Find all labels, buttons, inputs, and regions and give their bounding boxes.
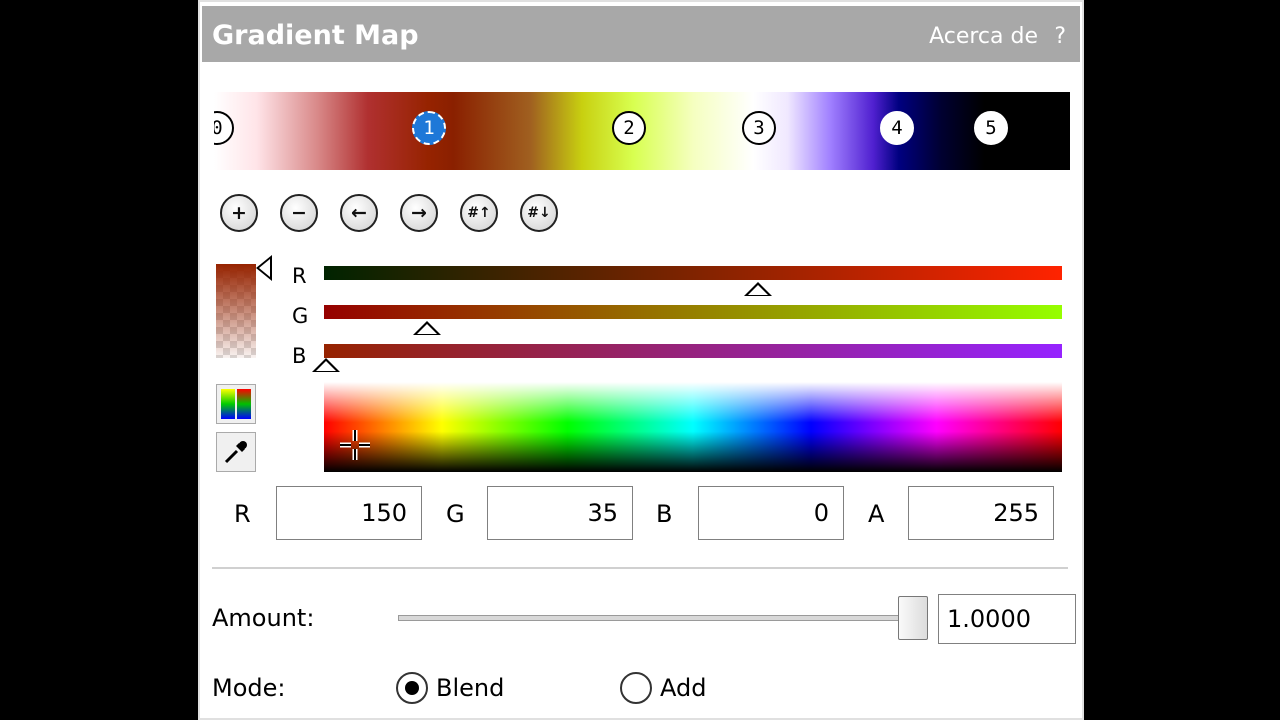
amount-label: Amount: — [212, 604, 315, 632]
remove-stop-icon[interactable]: − — [280, 194, 318, 232]
b-value-input[interactable] — [698, 486, 844, 540]
g-channel-label: G — [292, 304, 309, 328]
g-value-input[interactable] — [487, 486, 633, 540]
r-channel-label: R — [292, 264, 307, 288]
g-channel-track[interactable] — [324, 305, 1062, 335]
add-stop-icon[interactable]: + — [220, 194, 258, 232]
b-field-label: B — [656, 500, 673, 528]
alpha-marker-icon[interactable] — [256, 255, 272, 281]
distribute-down-icon[interactable]: #↓ — [520, 194, 558, 232]
help-button[interactable]: ? — [1054, 24, 1066, 49]
amount-slider-thumb[interactable] — [898, 596, 928, 640]
palette-swatch-b — [237, 389, 251, 419]
gradient-stop-1[interactable]: 1 — [412, 111, 446, 145]
move-right-icon[interactable]: → — [400, 194, 438, 232]
gradient-stop-0[interactable]: 0 — [214, 111, 234, 145]
g-field-label: G — [446, 500, 465, 528]
eyedropper-icon[interactable] — [216, 432, 256, 472]
r-channel-track[interactable] — [324, 266, 1062, 296]
gradient-map-panel: Gradient Map Acerca de ? 0 1 2 3 4 5 + −… — [198, 0, 1084, 720]
title-bar: Gradient Map Acerca de ? — [202, 6, 1080, 62]
r-field-label: R — [234, 500, 251, 528]
add-radio[interactable] — [620, 672, 652, 704]
b-channel-thumb[interactable] — [312, 358, 340, 372]
b-channel-track[interactable] — [312, 344, 1062, 372]
r-value-input[interactable] — [276, 486, 422, 540]
swatch-fill — [216, 264, 256, 358]
section-divider — [212, 567, 1068, 569]
a-field-label: A — [868, 500, 885, 528]
blend-radio[interactable] — [396, 672, 428, 704]
gradient-editor[interactable]: 0 1 2 3 4 5 — [214, 92, 1070, 170]
gradient-stop-4[interactable]: 4 — [880, 111, 914, 145]
gradient-stop-3[interactable]: 3 — [742, 111, 776, 145]
spectrum-shade — [324, 382, 1062, 472]
window-title: Gradient Map — [212, 20, 419, 51]
spectrum-cursor-icon[interactable] — [338, 428, 372, 462]
color-spectrum-picker[interactable] — [324, 382, 1062, 472]
gradient-stop-5[interactable]: 5 — [974, 111, 1008, 145]
eyedropper-glyph — [224, 441, 247, 464]
g-channel-thumb[interactable] — [412, 321, 441, 335]
about-link[interactable]: Acerca de — [929, 24, 1038, 49]
amount-slider-track[interactable] — [398, 615, 928, 621]
a-value-input[interactable] — [908, 486, 1054, 540]
add-radio-label[interactable]: Add — [660, 674, 706, 702]
distribute-up-icon[interactable]: #↑ — [460, 194, 498, 232]
current-color-swatch — [216, 264, 256, 358]
mode-label: Mode: — [212, 674, 286, 702]
gradient-stop-2[interactable]: 2 — [612, 111, 646, 145]
blend-radio-label[interactable]: Blend — [436, 674, 504, 702]
palette-icon[interactable] — [216, 384, 256, 424]
b-channel-label: B — [292, 344, 307, 368]
palette-swatch-a — [221, 389, 235, 419]
move-left-icon[interactable]: ← — [340, 194, 378, 232]
amount-value-input[interactable] — [938, 594, 1076, 644]
r-channel-thumb[interactable] — [743, 282, 772, 296]
